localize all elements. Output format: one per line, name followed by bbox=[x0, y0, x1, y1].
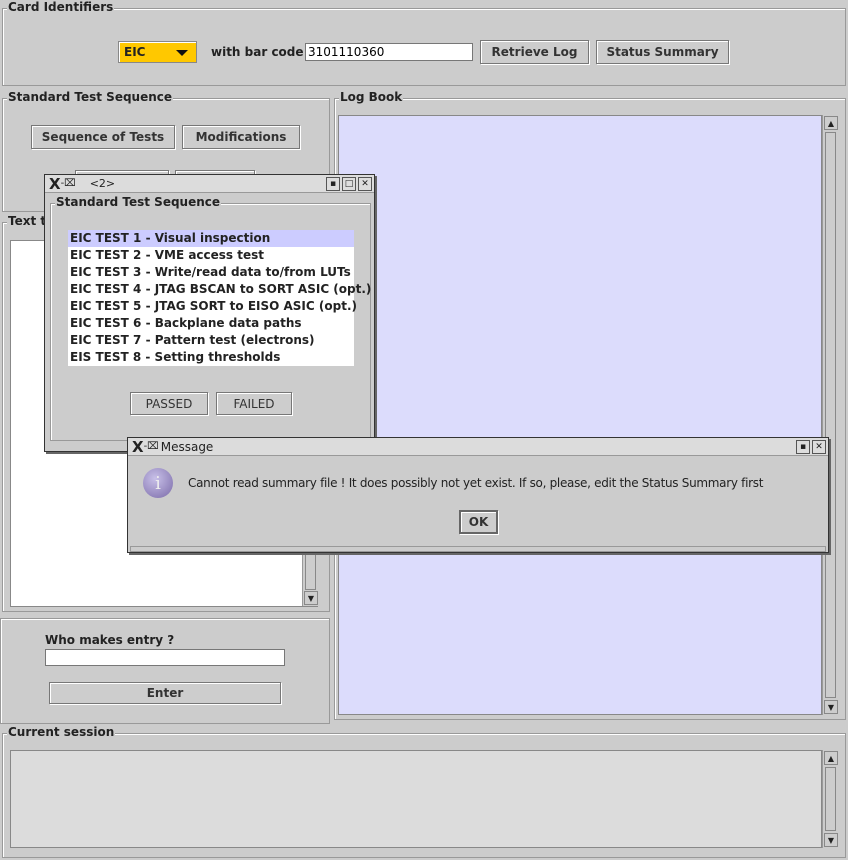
message-dialog: X -⌧ Message ▪ ✕ i Cannot read summary fi… bbox=[127, 437, 829, 553]
scroll-down-arrow-icon[interactable]: ▼ bbox=[824, 833, 838, 847]
scroll-down-arrow-icon[interactable]: ▼ bbox=[824, 700, 838, 714]
bar-code-input[interactable] bbox=[305, 43, 473, 61]
minimize-icon[interactable]: ▪ bbox=[326, 177, 340, 191]
bar-code-label: with bar code bbox=[211, 45, 304, 59]
current-session-scrollbar[interactable]: ▲ ▼ bbox=[822, 750, 838, 848]
panel-legend: Card Identifiers bbox=[7, 0, 115, 14]
close-icon[interactable]: ✕ bbox=[358, 177, 372, 191]
message-text: Cannot read summary file ! It does possi… bbox=[188, 476, 764, 490]
card-type-value: EIC bbox=[124, 45, 146, 59]
failed-button[interactable]: FAILED bbox=[216, 392, 292, 415]
pin-icon: -⌧ bbox=[60, 178, 76, 189]
chevron-down-icon bbox=[176, 50, 188, 56]
panel-legend: Text t bbox=[7, 214, 48, 228]
panel-legend: Current session bbox=[7, 725, 116, 739]
who-makes-entry-label: Who makes entry ? bbox=[45, 633, 175, 647]
dialog-titlebar[interactable]: X -⌧ Message ▪ ✕ bbox=[128, 438, 828, 456]
test-list-item[interactable]: EIS TEST 8 - Setting thresholds bbox=[68, 349, 354, 366]
test-list-item[interactable]: EIC TEST 4 - JTAG BSCAN to SORT ASIC (op… bbox=[68, 281, 371, 298]
scroll-down-arrow-icon[interactable]: ▼ bbox=[304, 591, 318, 605]
panel-legend: Standard Test Sequence bbox=[7, 90, 174, 104]
test-list[interactable]: EIC TEST 1 - Visual inspection EIC TEST 2… bbox=[68, 230, 371, 366]
test-list-item[interactable]: EIC TEST 2 - VME access test bbox=[68, 247, 354, 264]
test-list-item[interactable]: EIC TEST 3 - Write/read data to/from LUT… bbox=[68, 264, 354, 281]
pin-icon: -⌧ bbox=[143, 441, 159, 452]
test-list-item[interactable]: EIC TEST 6 - Backplane data paths bbox=[68, 315, 354, 332]
dialog-title: Message bbox=[160, 439, 214, 454]
test-list-item[interactable]: EIC TEST 7 - Pattern test (electrons) bbox=[68, 332, 354, 349]
log-book-scrollbar[interactable]: ▲ ▼ bbox=[822, 115, 838, 715]
ok-button[interactable]: OK bbox=[459, 510, 498, 534]
dialog-bottom-strip bbox=[130, 546, 826, 552]
test-list-item[interactable]: EIC TEST 1 - Visual inspection bbox=[68, 230, 354, 247]
who-makes-entry-input[interactable] bbox=[45, 649, 285, 666]
card-type-combo[interactable]: EIC bbox=[118, 41, 197, 63]
info-icon: i bbox=[143, 468, 173, 498]
current-session-text-area[interactable] bbox=[10, 750, 822, 848]
passed-button[interactable]: PASSED bbox=[130, 392, 208, 415]
modifications-button[interactable]: Modifications bbox=[182, 125, 300, 149]
minimize-icon[interactable]: ▪ bbox=[796, 440, 810, 454]
status-summary-button[interactable]: Status Summary bbox=[596, 40, 729, 64]
window-menu-icon[interactable]: X bbox=[132, 438, 144, 456]
sequence-of-tests-button[interactable]: Sequence of Tests bbox=[31, 125, 175, 149]
dialog-title: <2> bbox=[89, 177, 116, 190]
panel-legend: Log Book bbox=[339, 90, 404, 104]
scroll-up-arrow-icon[interactable]: ▲ bbox=[824, 116, 838, 130]
window-menu-icon[interactable]: X bbox=[49, 175, 61, 193]
dialog-titlebar[interactable]: X -⌧ <2> ▪ □ ✕ bbox=[45, 175, 374, 193]
close-icon[interactable]: ✕ bbox=[812, 440, 826, 454]
log-book-text-area[interactable] bbox=[338, 115, 822, 715]
test-list-item[interactable]: EIC TEST 5 - JTAG SORT to EISO ASIC (opt… bbox=[68, 298, 357, 315]
scroll-up-arrow-icon[interactable]: ▲ bbox=[824, 751, 838, 765]
sequence-dialog: X -⌧ <2> ▪ □ ✕ Standard Test Sequence EIC… bbox=[44, 174, 375, 452]
enter-button[interactable]: Enter bbox=[49, 682, 281, 704]
retrieve-log-button[interactable]: Retrieve Log bbox=[480, 40, 589, 64]
panel-legend: Standard Test Sequence bbox=[55, 195, 222, 209]
maximize-icon[interactable]: □ bbox=[342, 177, 356, 191]
